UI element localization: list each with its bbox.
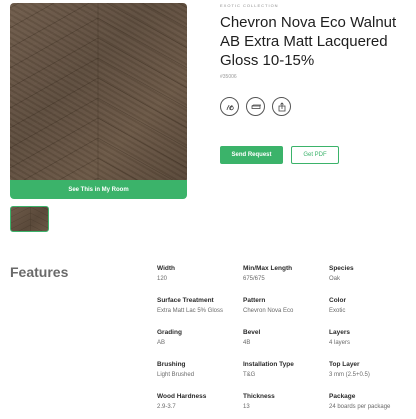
- spec-pattern: Pattern Chevron Nova Eco: [243, 297, 329, 314]
- spec-label: Installation Type: [243, 361, 294, 368]
- chevron-wood-pattern: [10, 3, 187, 183]
- spec-value: 3 mm (2.5+0.5): [329, 372, 370, 378]
- spec-value: 4 layers: [329, 340, 351, 346]
- plank-icon[interactable]: [246, 97, 265, 116]
- product-sku: #35006: [220, 74, 237, 80]
- spec-label: Wood Hardness: [157, 393, 207, 400]
- spec-label: Grading: [157, 329, 182, 336]
- spec-label: Bevel: [243, 329, 261, 336]
- spec-label: Package: [329, 393, 356, 400]
- spec-package: Package 24 boards per package: [329, 393, 415, 410]
- spec-layers: Layers 4 layers: [329, 329, 415, 346]
- share-icon[interactable]: [272, 97, 291, 116]
- features-heading: Features: [10, 264, 69, 280]
- spec-length: Min/Max Length 675/675: [243, 265, 329, 282]
- spec-value: 120: [157, 276, 168, 282]
- send-request-button[interactable]: Send Request: [220, 146, 283, 164]
- spec-label: Thickness: [243, 393, 275, 400]
- feature-icons: [220, 97, 291, 116]
- floor-heating-icon[interactable]: [220, 97, 239, 116]
- spec-brushing: Brushing Light Brushed: [157, 361, 243, 378]
- spec-label: Width: [157, 265, 175, 272]
- product-title: Chevron Nova Eco Walnut AB Extra Matt La…: [220, 14, 397, 69]
- spec-value: Light Brushed: [157, 372, 195, 378]
- spec-species: Species Oak: [329, 265, 415, 282]
- spec-installation-type: Installation Type T&G: [243, 361, 329, 378]
- get-pdf-button[interactable]: Get PDF: [291, 146, 339, 164]
- spec-value: Chevron Nova Eco: [243, 308, 294, 314]
- spec-value: 675/675: [243, 276, 265, 282]
- spec-label: Species: [329, 265, 354, 272]
- thumbnail-pattern: [11, 207, 48, 231]
- spec-value: 24 boards per package: [329, 404, 391, 410]
- spec-grading: Grading AB: [157, 329, 243, 346]
- spec-thickness: Thickness 13: [243, 393, 329, 410]
- spec-label: Brushing: [157, 361, 186, 368]
- spec-value: Extra Matt Lac 5% Gloss: [157, 308, 224, 314]
- product-main-image[interactable]: [10, 3, 187, 183]
- spec-value: AB: [157, 340, 166, 346]
- collection-label: EXOTIC COLLECTION: [220, 3, 279, 8]
- see-in-my-room-button[interactable]: See This in My Room: [10, 180, 187, 199]
- spec-wood-hardness: Wood Hardness 2.9-3.7: [157, 393, 243, 410]
- spec-value: Oak: [329, 276, 341, 282]
- spec-bevel: Bevel 4B: [243, 329, 329, 346]
- spec-width: Width 120: [157, 265, 243, 282]
- spec-label: Color: [329, 297, 346, 304]
- spec-color: Color Exotic: [329, 297, 415, 314]
- spec-label: Layers: [329, 329, 350, 336]
- spec-label: Pattern: [243, 297, 266, 304]
- product-thumbnail[interactable]: [10, 206, 49, 232]
- spec-value: T&G: [243, 372, 256, 378]
- spec-label: Surface Treatment: [157, 297, 214, 304]
- spec-label: Top Layer: [329, 361, 360, 368]
- spec-value: 2.9-3.7: [157, 404, 176, 410]
- spec-label: Min/Max Length: [243, 265, 293, 272]
- spec-value: Exotic: [329, 308, 346, 314]
- spec-top-layer: Top Layer 3 mm (2.5+0.5): [329, 361, 415, 378]
- spec-value: 13: [243, 404, 250, 410]
- spec-value: 4B: [243, 340, 251, 346]
- spec-surface-treatment: Surface Treatment Extra Matt Lac 5% Glos…: [157, 297, 243, 314]
